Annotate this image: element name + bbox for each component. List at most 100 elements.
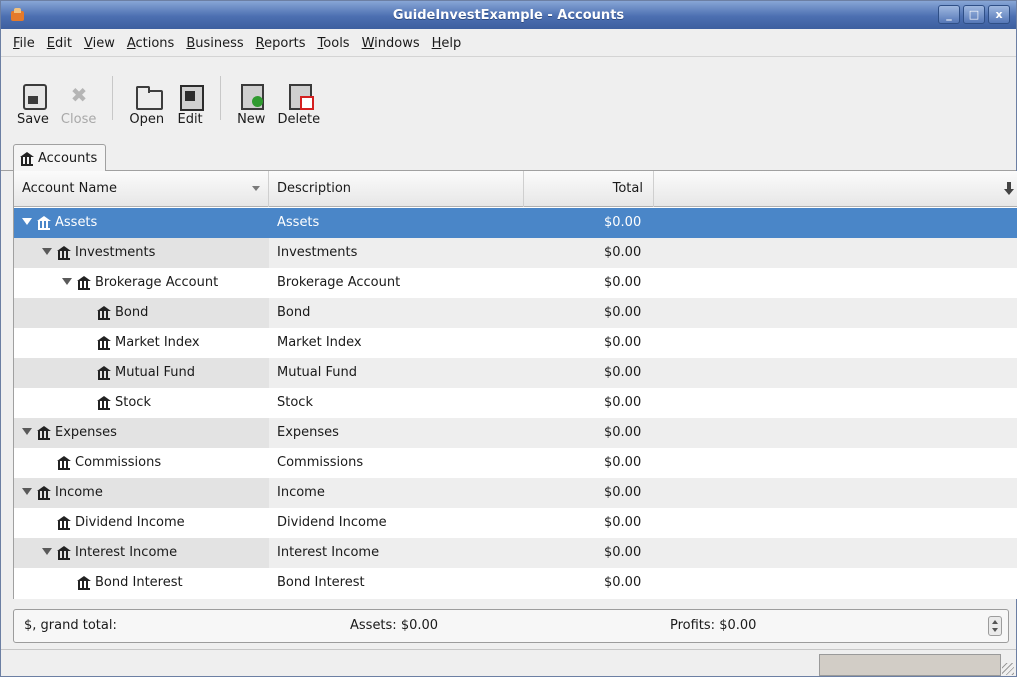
account-description: Expenses (277, 425, 339, 440)
delete-account-button[interactable]: Delete (271, 69, 326, 127)
close-icon (65, 81, 93, 109)
menu-windows[interactable]: Windows (356, 36, 426, 51)
progress-bar (819, 654, 1001, 676)
menu-reports[interactable]: Reports (250, 36, 312, 51)
save-button[interactable]: Save (11, 69, 55, 127)
menu-file[interactable]: File (7, 36, 41, 51)
expander-icon[interactable] (42, 548, 52, 555)
app-window: GuideInvestExample - Accounts _ □ x File… (0, 0, 1017, 677)
account-row[interactable]: Stock Stock $0.00 (14, 388, 1017, 418)
account-total: $0.00 (604, 365, 642, 380)
bank-icon (97, 336, 111, 350)
close-button[interactable]: Close (55, 69, 102, 127)
toolbar-separator (220, 75, 222, 120)
bank-icon (97, 396, 111, 410)
title-bar[interactable]: GuideInvestExample - Accounts _ □ x (1, 1, 1016, 29)
bank-icon (57, 456, 71, 470)
account-total: $0.00 (604, 305, 642, 320)
expander-icon[interactable] (42, 248, 52, 255)
account-row[interactable]: Dividend Income Dividend Income $0.00 (14, 508, 1017, 538)
account-row[interactable]: Market Index Market Index $0.00 (14, 328, 1017, 358)
bank-icon (97, 366, 111, 380)
bank-icon (57, 516, 71, 530)
account-total-cell: $0.00 (524, 478, 654, 508)
accounts-tree[interactable]: Account Name Description Total Assets Ass… (13, 171, 1017, 599)
column-selector-icon[interactable] (1003, 181, 1015, 197)
edit-button[interactable]: Edit (170, 69, 210, 127)
column-header-total[interactable]: Total (524, 171, 654, 207)
menu-help[interactable]: Help (426, 36, 468, 51)
maximize-button[interactable]: □ (963, 5, 985, 24)
bank-icon (37, 216, 51, 230)
account-row[interactable]: Brokerage Account Brokerage Account $0.00 (14, 268, 1017, 298)
account-total: $0.00 (604, 575, 642, 590)
bank-icon (57, 546, 71, 560)
account-row[interactable]: Assets Assets $0.00 (14, 208, 1017, 238)
account-row[interactable]: Expenses Expenses $0.00 (14, 418, 1017, 448)
account-name: Bond (115, 305, 149, 320)
window-controls: _ □ x (938, 5, 1010, 24)
bank-icon (20, 152, 34, 166)
account-total-cell: $0.00 (524, 388, 654, 418)
account-total: $0.00 (604, 485, 642, 500)
account-name-cell: Bond (14, 298, 269, 328)
account-total-cell: $0.00 (524, 448, 654, 478)
tree-header: Account Name Description Total (14, 171, 1017, 207)
expander-icon[interactable] (22, 488, 32, 495)
column-header-account-name[interactable]: Account Name (14, 171, 269, 207)
account-row[interactable]: Investments Investments $0.00 (14, 238, 1017, 268)
open-button[interactable]: Open (123, 69, 170, 127)
account-description: Commissions (277, 455, 364, 470)
menu-business[interactable]: Business (180, 36, 249, 51)
account-row[interactable]: Commissions Commissions $0.00 (14, 448, 1017, 478)
account-total: $0.00 (604, 515, 642, 530)
account-description: Brokerage Account (277, 275, 401, 290)
account-name: Interest Income (75, 545, 178, 560)
menu-tools[interactable]: Tools (312, 36, 356, 51)
account-total-cell: $0.00 (524, 568, 654, 598)
minimize-button[interactable]: _ (938, 5, 960, 24)
account-name-cell: Commissions (14, 448, 269, 478)
account-name-cell: Mutual Fund (14, 358, 269, 388)
account-row[interactable]: Interest Income Interest Income $0.00 (14, 538, 1017, 568)
account-description: Bond (277, 305, 311, 320)
window-title: GuideInvestExample - Accounts (392, 7, 625, 23)
menu-actions[interactable]: Actions (121, 36, 181, 51)
new-account-button[interactable]: New (231, 69, 271, 127)
resize-grip[interactable] (1002, 663, 1014, 675)
account-total: $0.00 (604, 545, 642, 560)
account-description: Assets (277, 215, 320, 230)
close-window-button[interactable]: x (988, 5, 1010, 24)
expander-icon[interactable] (22, 218, 32, 225)
account-total-cell: $0.00 (524, 268, 654, 298)
account-row[interactable]: Mutual Fund Mutual Fund $0.00 (14, 358, 1017, 388)
account-description: Interest Income (277, 545, 380, 560)
account-row[interactable]: Income Income $0.00 (14, 478, 1017, 508)
expander-icon[interactable] (22, 428, 32, 435)
account-total: $0.00 (604, 395, 642, 410)
account-name-cell: Investments (14, 238, 269, 268)
account-row[interactable]: Bond Interest Bond Interest $0.00 (14, 568, 1017, 598)
tab-accounts[interactable]: Accounts (13, 144, 107, 172)
account-name-cell: Brokerage Account (14, 268, 269, 298)
account-name-cell: Interest Income (14, 538, 269, 568)
account-name: Commissions (75, 455, 162, 470)
menu-view[interactable]: View (78, 36, 121, 51)
column-header-description[interactable]: Description (269, 171, 524, 207)
account-total-cell: $0.00 (524, 508, 654, 538)
close-label: Close (60, 111, 97, 127)
account-name-cell: Income (14, 478, 269, 508)
summary-currency-spinner[interactable] (988, 616, 1002, 636)
save-label: Save (17, 111, 49, 127)
bank-icon (57, 246, 71, 260)
menu-edit[interactable]: Edit (41, 36, 78, 51)
account-name: Brokerage Account (95, 275, 219, 290)
tab-strip: Accounts (1, 139, 1016, 172)
account-name: Mutual Fund (115, 365, 195, 380)
bank-icon (97, 306, 111, 320)
account-row[interactable]: Bond Bond $0.00 (14, 298, 1017, 328)
expander-icon[interactable] (62, 278, 72, 285)
account-total-cell: $0.00 (524, 298, 654, 328)
account-description: Income (277, 485, 325, 500)
account-name-cell: Market Index (14, 328, 269, 358)
